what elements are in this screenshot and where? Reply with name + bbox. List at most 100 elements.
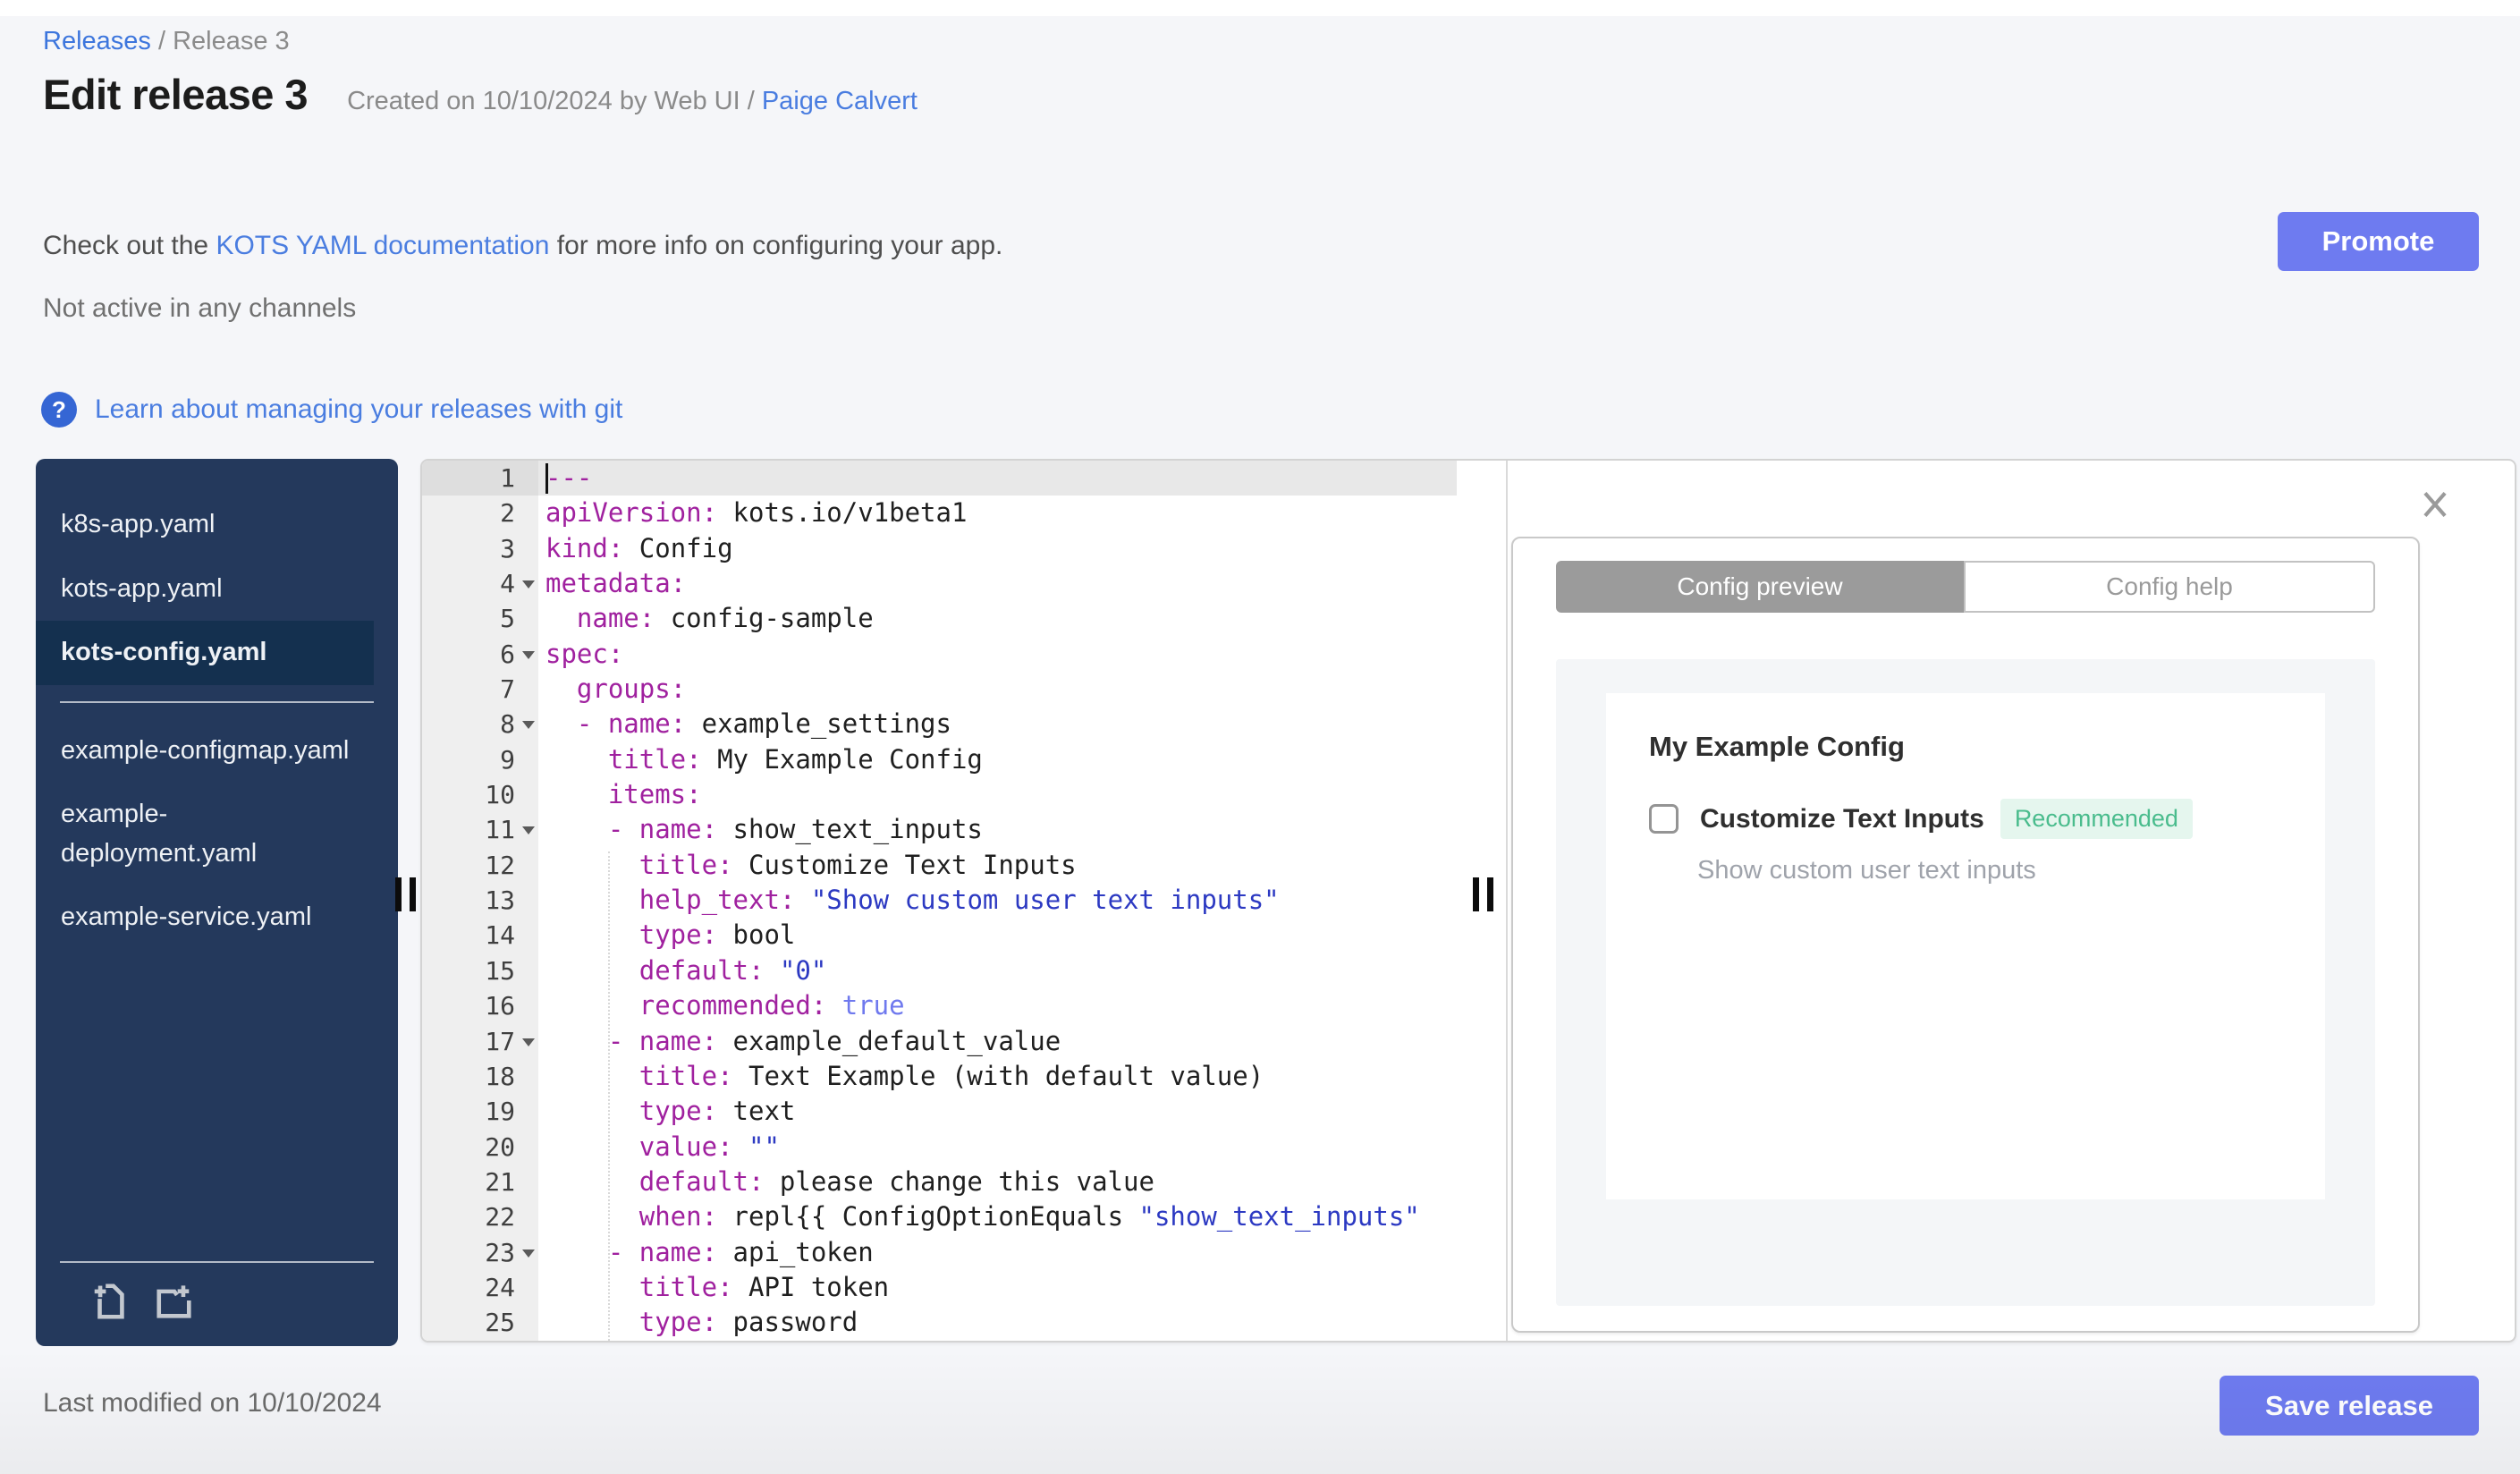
code-line-22: when: repl{{ ConfigOptionEquals "show_te… — [638, 1201, 1420, 1233]
sidebar-divider — [60, 1261, 374, 1263]
question-circle-icon: ? — [41, 392, 77, 428]
git-help-row: ? Learn about managing your releases wit… — [41, 392, 622, 428]
code-line-14: type: bool — [638, 919, 796, 951]
gutter-line-18: 18 — [485, 1061, 515, 1091]
code-line-15: default: "0" — [638, 954, 827, 986]
code-line-13: help_text: "Show custom user text inputs… — [638, 885, 1280, 916]
close-icon[interactable] — [2414, 484, 2456, 525]
code-line-25: type: password — [638, 1307, 858, 1338]
code-line-4: metadata: — [545, 568, 687, 599]
gutter-line-23[interactable]: 23 — [422, 1235, 538, 1270]
tab-config-preview[interactable]: Config preview — [1556, 561, 1964, 613]
code-line-3: kind: Config — [545, 532, 733, 563]
gutter-line-24: 24 — [485, 1272, 515, 1302]
breadcrumb-current: Release 3 — [173, 27, 290, 55]
code-line-1: --- — [538, 461, 1457, 496]
code-line-12: title: Customize Text Inputs — [638, 849, 1077, 880]
gutter-line-13: 13 — [485, 885, 515, 916]
gutter-line-7: 7 — [500, 674, 515, 705]
sidebar-resize-handle[interactable] — [395, 877, 416, 911]
editor-code-area[interactable]: --- apiVersion: kots.io/v1beta1 kind: Conf… — [538, 461, 1457, 1341]
gutter-line-17[interactable]: 17 — [422, 1024, 538, 1059]
code-line-6: spec: — [545, 638, 624, 669]
breadcrumb: Releases / Release 3 — [43, 27, 290, 56]
fold-arrow-icon[interactable] — [522, 1249, 535, 1258]
new-folder-icon[interactable] — [154, 1281, 195, 1326]
indent-guide — [608, 851, 610, 1341]
breadcrumb-separator: / — [150, 27, 173, 55]
editor-gutter: 1 2 3 4 5 6 7 8 9 10 11 12 13 14 15 16 17 18 19 20 21 22 23 24 2… — [422, 461, 538, 1341]
last-modified-text: Last modified on 10/10/2024 — [43, 1388, 382, 1418]
recommended-badge: Recommended — [2000, 799, 2193, 839]
breadcrumb-releases-link[interactable]: Releases — [43, 27, 151, 55]
promote-button[interactable]: Promote — [2278, 212, 2479, 271]
code-line-2: apiVersion: kots.io/v1beta1 — [545, 497, 968, 529]
config-item-label: Customize Text Inputs — [1700, 803, 1984, 834]
sidebar-file-example-service.yaml[interactable]: example-service.yaml — [36, 885, 374, 950]
code-line-21: default: please change this value — [638, 1165, 1154, 1197]
new-file-icon[interactable] — [89, 1281, 131, 1326]
gutter-line-5: 5 — [500, 604, 515, 634]
code-line-7: groups: — [576, 673, 687, 705]
gutter-line-19: 19 — [485, 1097, 515, 1127]
channel-status: Not active in any channels — [43, 293, 357, 323]
sidebar-file-kots-app.yaml[interactable]: kots-app.yaml — [36, 557, 374, 622]
file-sidebar: k8s-app.yaml kots-app.yaml kots-config.yam… — [36, 459, 398, 1346]
config-tabbar: Config preview Config help — [1556, 561, 2375, 613]
docs-line: Check out the KOTS YAML documentation fo… — [43, 231, 1003, 260]
top-strip — [0, 0, 2520, 16]
kots-yaml-docs-link[interactable]: KOTS YAML documentation — [216, 231, 549, 260]
gutter-line-2: 2 — [500, 498, 515, 529]
gutter-line-25: 25 — [485, 1308, 515, 1338]
sidebar-file-example-configmap.yaml[interactable]: example-configmap.yaml — [36, 719, 374, 784]
fold-arrow-icon[interactable] — [522, 580, 535, 589]
gutter-line-22: 22 — [485, 1202, 515, 1233]
page: Releases / Release 3 Edit release 3 Crea… — [0, 0, 2520, 1474]
config-group-title: My Example Config — [1649, 731, 1905, 762]
yaml-editor[interactable]: 1 2 3 4 5 6 7 8 9 10 11 12 13 14 15 16 17 18 19 20 21 22 23 24 2… — [422, 461, 1457, 1341]
code-line-18: title: Text Example (with default value) — [638, 1060, 1264, 1091]
code-line-10: items: — [607, 779, 702, 810]
created-info: Created on 10/10/2024 by Web UI / Paige … — [347, 87, 918, 115]
fold-arrow-icon[interactable] — [522, 1038, 535, 1046]
save-release-button[interactable]: Save release — [2220, 1376, 2479, 1436]
example-config-card: My Example Config Customize Text Inputs … — [1606, 693, 2325, 1199]
code-line-9: title: My Example Config — [607, 743, 983, 775]
fold-arrow-icon[interactable] — [522, 650, 535, 659]
code-line-11: - name: show_text_inputs — [607, 814, 983, 845]
gutter-line-8[interactable]: 8 — [422, 707, 538, 741]
gutter-line-11[interactable]: 11 — [422, 812, 538, 847]
config-item-checkbox[interactable] — [1649, 804, 1679, 834]
sidebar-file-example-deployment.yaml[interactable]: example-deployment.yaml — [36, 783, 374, 885]
code-line-5: name: config-sample — [576, 603, 874, 634]
fold-arrow-icon[interactable] — [522, 826, 535, 835]
sidebar-file-k8s-app.yaml[interactable]: k8s-app.yaml — [36, 493, 374, 557]
gutter-line-20: 20 — [485, 1131, 515, 1162]
gutter-line-1: 1 — [422, 461, 538, 496]
config-item-row: Customize Text Inputs Recommended — [1649, 799, 2193, 839]
page-title: Edit release 3 — [43, 71, 309, 118]
sidebar-file-kots-config.yaml[interactable]: kots-config.yaml — [36, 621, 374, 685]
git-releases-link[interactable]: Learn about managing your releases with … — [95, 394, 622, 425]
gutter-line-12: 12 — [485, 850, 515, 880]
panel-resize-handle[interactable] — [1473, 877, 1493, 911]
file-list: k8s-app.yaml kots-app.yaml kots-config.yam… — [36, 459, 398, 950]
config-preview-card: Config preview Config help My Example Con… — [1511, 537, 2420, 1333]
gutter-line-4[interactable]: 4 — [422, 566, 538, 601]
gutter-line-21: 21 — [485, 1166, 515, 1197]
code-line-19: type: text — [638, 1096, 796, 1127]
text-cursor — [545, 463, 548, 494]
tab-config-help[interactable]: Config help — [1964, 561, 2375, 613]
sidebar-bottom — [36, 1261, 398, 1346]
code-line-16: recommended: true — [638, 990, 905, 1021]
fold-arrow-icon[interactable] — [522, 721, 535, 730]
gutter-line-14: 14 — [485, 920, 515, 951]
editor-workspace: 1 2 3 4 5 6 7 8 9 10 11 12 13 14 15 16 17 18 19 20 21 22 23 24 2… — [420, 459, 2516, 1343]
code-line-8: - name: example_settings — [576, 708, 951, 740]
sidebar-divider — [60, 700, 374, 703]
gutter-line-9: 9 — [500, 744, 515, 775]
code-line-23: - name: api_token — [607, 1236, 874, 1267]
gutter-line-15: 15 — [485, 955, 515, 986]
author-link[interactable]: Paige Calvert — [762, 87, 918, 115]
gutter-line-6[interactable]: 6 — [422, 637, 538, 672]
